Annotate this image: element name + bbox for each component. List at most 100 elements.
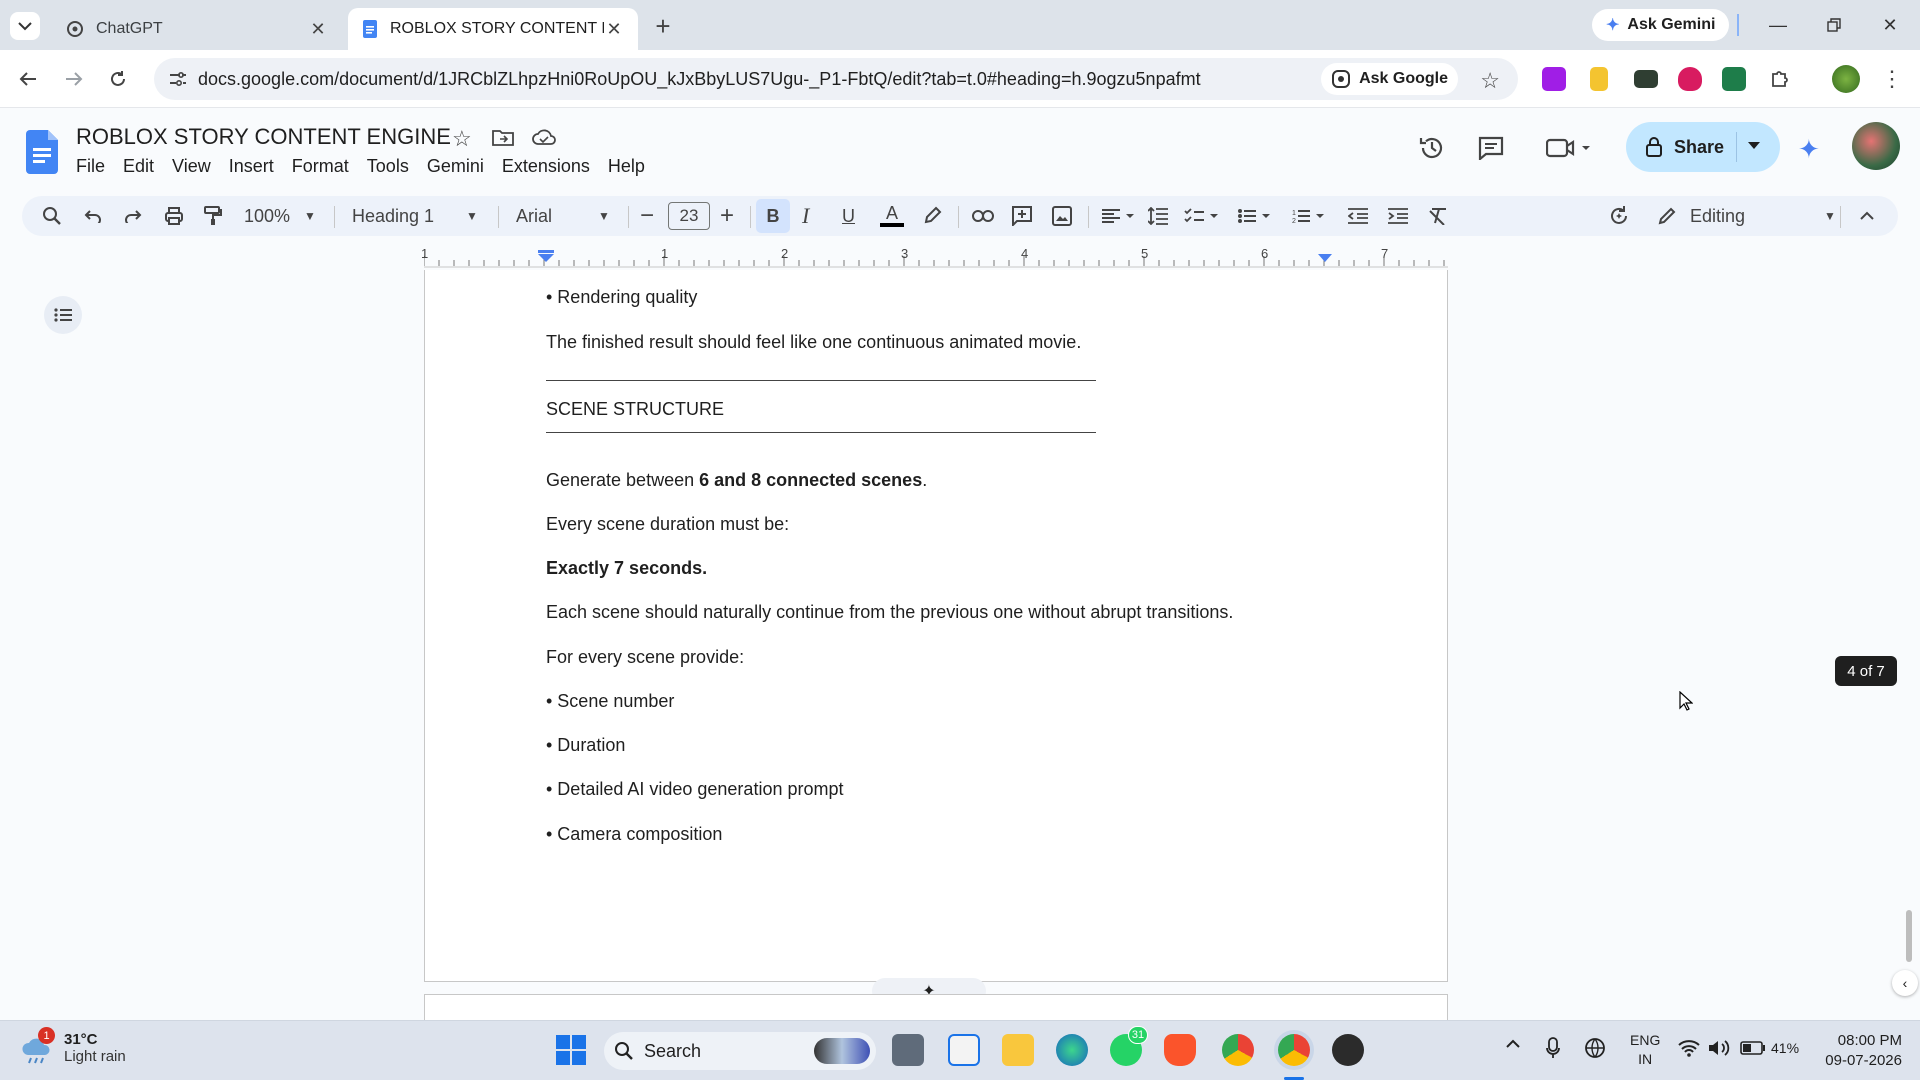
- font-size-input[interactable]: 23: [668, 202, 710, 230]
- language-indicator[interactable]: ENG IN: [1630, 1031, 1660, 1069]
- scrollbar-thumb[interactable]: [1906, 910, 1912, 962]
- extension-shield-icon[interactable]: [1678, 67, 1702, 91]
- print-icon[interactable]: [164, 202, 184, 230]
- paragraph[interactable]: Each scene should naturally continue fro…: [546, 602, 1233, 623]
- back-button[interactable]: [12, 63, 44, 95]
- menu-extensions[interactable]: Extensions: [502, 156, 590, 177]
- extension-note-icon[interactable]: [1590, 67, 1608, 91]
- editing-mode-select[interactable]: Editing ▼: [1658, 202, 1838, 230]
- close-tab-icon[interactable]: ✕: [308, 19, 328, 39]
- browser-menu-icon[interactable]: ⋮: [1881, 66, 1903, 92]
- star-icon[interactable]: ☆: [452, 126, 472, 152]
- bullet-item[interactable]: • Scene number: [546, 691, 674, 712]
- paragraph[interactable]: The finished result should feel like one…: [546, 332, 1081, 353]
- restore-button[interactable]: [1814, 12, 1854, 38]
- increase-indent-icon[interactable]: [1388, 202, 1408, 230]
- align-icon[interactable]: [1102, 202, 1136, 230]
- extensions-puzzle-icon[interactable]: [1768, 67, 1792, 91]
- undo-icon[interactable]: [84, 202, 102, 230]
- paragraph[interactable]: Every scene duration must be:: [546, 514, 789, 535]
- close-tab-icon[interactable]: ✕: [604, 19, 624, 39]
- next-document-page[interactable]: [424, 994, 1448, 1020]
- checklist-icon[interactable]: [1184, 202, 1220, 230]
- bold-paragraph[interactable]: Exactly 7 seconds.: [546, 558, 707, 579]
- whatsapp-icon[interactable]: 31: [1110, 1026, 1148, 1066]
- forward-button[interactable]: [58, 63, 90, 95]
- add-comment-icon[interactable]: [1012, 202, 1032, 230]
- highlight-pen-icon[interactable]: [922, 202, 942, 230]
- menu-file[interactable]: File: [76, 156, 105, 177]
- italic-icon[interactable]: I: [802, 202, 809, 230]
- paint-format-icon[interactable]: [204, 202, 222, 230]
- menu-insert[interactable]: Insert: [229, 156, 274, 177]
- zoom-select[interactable]: 100% ▼: [244, 202, 324, 230]
- extension-clapper-icon[interactable]: [1634, 70, 1658, 88]
- underline-icon[interactable]: U: [842, 202, 855, 230]
- site-settings-icon[interactable]: [168, 69, 188, 89]
- chatgpt-app-icon[interactable]: [1332, 1034, 1364, 1066]
- cloud-saved-icon[interactable]: [532, 128, 556, 146]
- weather-widget[interactable]: 1 31°C Light rain: [20, 1027, 126, 1065]
- gemini-sparkle-icon[interactable]: ✦: [1798, 134, 1820, 165]
- menu-tools[interactable]: Tools: [367, 156, 409, 177]
- tab-search-dropdown[interactable]: [10, 12, 40, 40]
- refresh-sparkle-icon[interactable]: [1608, 202, 1630, 230]
- clear-formatting-icon[interactable]: [1428, 202, 1448, 230]
- system-clock[interactable]: 08:00 PM 09-07-2026: [1810, 1031, 1902, 1071]
- task-view-icon[interactable]: [892, 1034, 924, 1066]
- document-title[interactable]: ROBLOX STORY CONTENT ENGINE: [76, 124, 451, 150]
- show-outline-button[interactable]: [44, 296, 82, 334]
- windows-start-icon[interactable]: [556, 1035, 588, 1067]
- new-tab-button[interactable]: +: [648, 11, 678, 41]
- comments-icon[interactable]: [1478, 136, 1504, 160]
- reload-button[interactable]: [102, 63, 134, 95]
- address-bar[interactable]: docs.google.com/document/d/1JRCblZLhpzHn…: [154, 58, 1518, 100]
- share-button[interactable]: Share: [1626, 122, 1780, 172]
- bullet-item[interactable]: • Rendering quality: [546, 287, 697, 308]
- tab-roblox-doc[interactable]: ROBLOX STORY CONTENT ENG ✕: [348, 8, 638, 50]
- meet-camera-icon[interactable]: [1546, 136, 1592, 160]
- chevron-up-icon[interactable]: [1506, 1039, 1520, 1049]
- insert-link-icon[interactable]: [972, 202, 994, 230]
- extension-download-icon[interactable]: [1542, 67, 1566, 91]
- vpn-globe-icon[interactable]: [1584, 1037, 1606, 1059]
- menu-edit[interactable]: Edit: [123, 156, 154, 177]
- edge-browser-icon[interactable]: [1056, 1034, 1088, 1066]
- left-indent-marker[interactable]: [538, 254, 554, 262]
- wifi-icon[interactable]: [1678, 1039, 1700, 1057]
- tab-chatgpt[interactable]: ChatGPT ✕: [52, 8, 342, 50]
- chrome-active-icon[interactable]: [1278, 1034, 1310, 1066]
- chrome-profile-icon[interactable]: [1222, 1034, 1254, 1066]
- bulleted-list-icon[interactable]: [1238, 202, 1274, 230]
- move-folder-icon[interactable]: [492, 128, 514, 146]
- ask-gemini-button[interactable]: ✦ Ask Gemini: [1592, 9, 1730, 41]
- profile-avatar[interactable]: [1832, 65, 1860, 93]
- decrease-indent-icon[interactable]: [1348, 202, 1368, 230]
- version-history-icon[interactable]: [1418, 134, 1446, 162]
- paragraph[interactable]: For every scene provide:: [546, 647, 744, 668]
- microphone-icon[interactable]: [1546, 1037, 1560, 1059]
- menu-view[interactable]: View: [172, 156, 211, 177]
- collapse-menus-icon[interactable]: [1860, 202, 1874, 230]
- share-dropdown-icon[interactable]: [1748, 142, 1760, 150]
- horizontal-ruler[interactable]: 1 1 2 3 4 5 6 7: [421, 246, 1448, 268]
- paragraph[interactable]: Generate between 6 and 8 connected scene…: [546, 470, 927, 491]
- bold-icon[interactable]: B: [756, 199, 790, 233]
- docs-logo-icon[interactable]: [24, 130, 60, 174]
- search-menus-icon[interactable]: [42, 202, 62, 230]
- document-page[interactable]: • Rendering quality The finished result …: [424, 270, 1448, 982]
- text-color-icon[interactable]: A: [880, 202, 904, 230]
- decrease-font-size-button[interactable]: −: [640, 202, 654, 230]
- menu-help[interactable]: Help: [608, 156, 645, 177]
- line-spacing-icon[interactable]: [1148, 202, 1168, 230]
- bookmark-star-icon[interactable]: ☆: [1480, 68, 1500, 94]
- ask-google-button[interactable]: Ask Google: [1321, 63, 1458, 95]
- paragraph-style-select[interactable]: Heading 1 ▼: [352, 202, 492, 230]
- numbered-list-icon[interactable]: 12: [1292, 202, 1328, 230]
- bullet-item[interactable]: • Detailed AI video generation prompt: [546, 779, 843, 800]
- insert-image-icon[interactable]: [1052, 202, 1072, 230]
- right-indent-marker[interactable]: [1318, 254, 1332, 262]
- side-panel-toggle[interactable]: ‹: [1892, 970, 1918, 996]
- brave-browser-icon[interactable]: [1164, 1034, 1196, 1066]
- battery-indicator[interactable]: 41%: [1740, 1040, 1799, 1056]
